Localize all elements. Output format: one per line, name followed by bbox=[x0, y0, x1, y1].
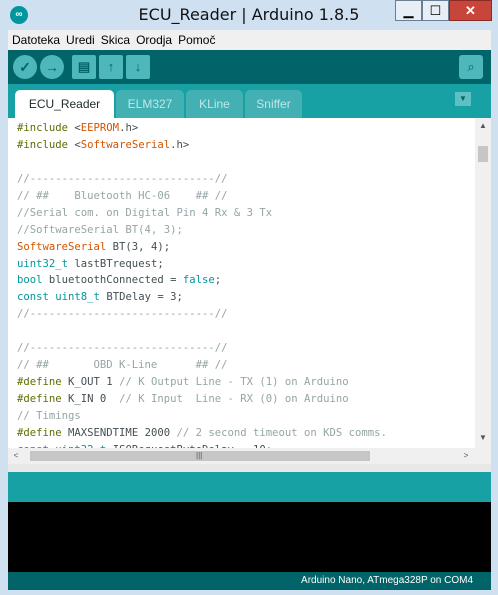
code-line: //-----------------------------// bbox=[17, 342, 228, 355]
menu-datoteka[interactable]: Datoteka bbox=[12, 33, 60, 47]
tab-kline[interactable]: KLine bbox=[186, 90, 243, 118]
scroll-left-arrow-icon[interactable]: < bbox=[10, 449, 22, 463]
code-line: #include <SoftwareSerial.h> bbox=[17, 138, 190, 151]
serial-monitor-icon[interactable]: ⌕ bbox=[459, 55, 483, 79]
board-port-label: Arduino Nano, ATmega328P on COM4 bbox=[301, 575, 473, 586]
horizontal-scrollbar[interactable]: < ||| > bbox=[8, 448, 476, 464]
vertical-scroll-thumb[interactable] bbox=[478, 146, 488, 162]
close-button[interactable]: ✕ bbox=[449, 0, 492, 21]
title-bar: ∞ ECU_Reader | Arduino 1.8.5 ▁ ☐ ✕ bbox=[0, 0, 498, 30]
code-line: // ## OBD K-Line ## // bbox=[17, 359, 228, 372]
code-line: const uint8_t BTDelay = 3; bbox=[17, 291, 183, 304]
maximize-button[interactable]: ☐ bbox=[422, 0, 449, 21]
code-line: //-----------------------------// bbox=[17, 308, 228, 321]
code-editor[interactable]: #include <EEPROM.h> #include <SoftwareSer… bbox=[8, 118, 491, 448]
code-text[interactable]: #include <EEPROM.h> #include <SoftwareSer… bbox=[17, 120, 387, 448]
upload-icon[interactable]: → bbox=[40, 55, 64, 79]
code-line: bool bluetoothConnected = false; bbox=[17, 274, 222, 287]
save-sketch-icon[interactable]: ↓ bbox=[126, 55, 150, 79]
scroll-right-arrow-icon[interactable]: > bbox=[460, 449, 472, 463]
vertical-scrollbar[interactable]: ▲ ▼ bbox=[475, 118, 491, 448]
code-line: //SoftwareSerial BT(4, 3); bbox=[17, 223, 183, 236]
code-line: #include <EEPROM.h> bbox=[17, 122, 139, 134]
menu-uredi[interactable]: Uredi bbox=[66, 33, 95, 47]
editor-divider[interactable] bbox=[8, 464, 491, 472]
menu-bar: Datoteka Uredi Skica Orodja Pomoč bbox=[8, 30, 491, 50]
code-line: //Serial com. on Digital Pin 4 Rx & 3 Tx bbox=[17, 206, 273, 219]
console-output[interactable] bbox=[8, 502, 491, 572]
tab-bar: ECU_Reader ELM327 KLine Sniffer ▼ bbox=[8, 84, 491, 118]
scroll-grip-icon: ||| bbox=[196, 451, 203, 460]
verify-icon[interactable]: ✓ bbox=[13, 55, 37, 79]
tab-menu-chevron-down-icon[interactable]: ▼ bbox=[455, 92, 471, 106]
code-line: // ## Bluetooth HC-06 ## // bbox=[17, 189, 228, 202]
menu-orodja[interactable]: Orodja bbox=[136, 33, 172, 47]
scroll-down-arrow-icon[interactable]: ▼ bbox=[477, 431, 489, 445]
new-sketch-icon[interactable]: ▤ bbox=[72, 55, 96, 79]
scroll-up-arrow-icon[interactable]: ▲ bbox=[477, 119, 489, 133]
code-line: uint32_t lastBTrequest; bbox=[17, 257, 164, 270]
minimize-button[interactable]: ▁ bbox=[395, 0, 422, 21]
code-line: #define K_IN 0 // K Input Line - RX (0) … bbox=[17, 393, 349, 405]
code-line: // Timings bbox=[17, 409, 81, 422]
footer-bar: Arduino Nano, ATmega328P on COM4 bbox=[8, 572, 491, 590]
toolbar: ✓ → ▤ ↑ ↓ ⌕ bbox=[8, 50, 491, 84]
code-line: #define K_OUT 1 // K Output Line - TX (1… bbox=[17, 376, 349, 389]
code-line: #define MAXSENDTIME 2000 // 2 second tim… bbox=[17, 426, 387, 439]
open-sketch-icon[interactable]: ↑ bbox=[99, 55, 123, 79]
scroll-corner bbox=[476, 448, 491, 464]
menu-pomoc[interactable]: Pomoč bbox=[178, 33, 215, 47]
tab-elm327[interactable]: ELM327 bbox=[116, 90, 184, 118]
code-line: SoftwareSerial BT(3, 4); bbox=[17, 240, 171, 253]
code-line: //-----------------------------// bbox=[17, 172, 228, 185]
tab-sniffer[interactable]: Sniffer bbox=[245, 90, 302, 118]
tab-ecu-reader[interactable]: ECU_Reader bbox=[15, 90, 114, 118]
status-bar bbox=[8, 472, 491, 502]
menu-skica[interactable]: Skica bbox=[101, 33, 130, 47]
